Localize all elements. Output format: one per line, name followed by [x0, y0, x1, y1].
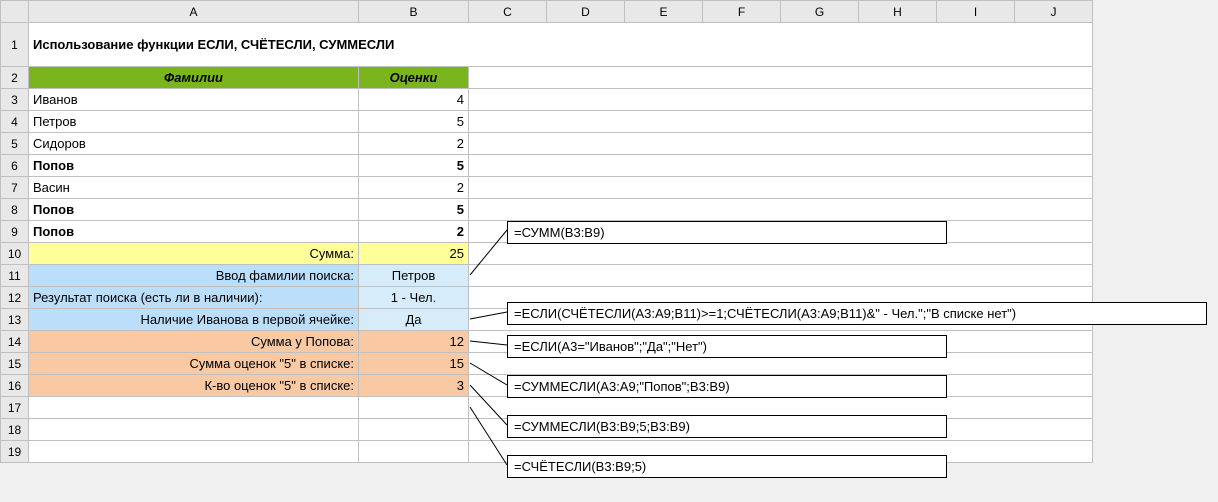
- lookup-label[interactable]: Ввод фамилии поиска:: [29, 265, 359, 287]
- row-header[interactable]: 10: [1, 243, 29, 265]
- lookup-value[interactable]: 3: [359, 375, 469, 397]
- empty-cell[interactable]: [469, 111, 1093, 133]
- row-header[interactable]: 14: [1, 331, 29, 353]
- row-header[interactable]: 9: [1, 221, 29, 243]
- row-header[interactable]: 5: [1, 133, 29, 155]
- grade-cell[interactable]: 5: [359, 155, 469, 177]
- row-header[interactable]: 2: [1, 67, 29, 89]
- empty-cell[interactable]: [469, 199, 1093, 221]
- col-header-E[interactable]: E: [625, 1, 703, 23]
- empty-cell[interactable]: [29, 419, 359, 441]
- formula-callout: =СЧЁТЕСЛИ(B3:B9;5): [507, 455, 947, 478]
- empty-cell[interactable]: [469, 89, 1093, 111]
- row-header[interactable]: 13: [1, 309, 29, 331]
- lookup-label[interactable]: Результат поиска (есть ли в наличии):: [29, 287, 359, 309]
- empty-cell[interactable]: [469, 265, 1093, 287]
- lookup-label[interactable]: К-во оценок "5" в списке:: [29, 375, 359, 397]
- grade-cell[interactable]: 5: [359, 199, 469, 221]
- grade-cell[interactable]: 2: [359, 221, 469, 243]
- row-header[interactable]: 17: [1, 397, 29, 419]
- row-header[interactable]: 3: [1, 89, 29, 111]
- empty-cell[interactable]: [469, 133, 1093, 155]
- formula-callout: =ЕСЛИ(A3="Иванов";"Да";"Нет"): [507, 335, 947, 358]
- empty-cell[interactable]: [359, 441, 469, 463]
- row-header[interactable]: 12: [1, 287, 29, 309]
- row-header[interactable]: 8: [1, 199, 29, 221]
- empty-cell[interactable]: [469, 67, 1093, 89]
- name-cell[interactable]: Сидоров: [29, 133, 359, 155]
- sum-value[interactable]: 25: [359, 243, 469, 265]
- row-header[interactable]: 19: [1, 441, 29, 463]
- formula-callout: =СУММЕСЛИ(B3:B9;5;B3:B9): [507, 415, 947, 438]
- row-header[interactable]: 16: [1, 375, 29, 397]
- name-cell[interactable]: Попов: [29, 199, 359, 221]
- empty-cell[interactable]: [359, 397, 469, 419]
- col-header-C[interactable]: C: [469, 1, 547, 23]
- lookup-value[interactable]: Да: [359, 309, 469, 331]
- row-header[interactable]: 6: [1, 155, 29, 177]
- empty-cell[interactable]: [359, 419, 469, 441]
- lookup-label[interactable]: Сумма оценок "5" в списке:: [29, 353, 359, 375]
- row-header[interactable]: 18: [1, 419, 29, 441]
- sum-label[interactable]: Сумма:: [29, 243, 359, 265]
- formula-callout: =СУММЕСЛИ(A3:A9;"Попов";B3:B9): [507, 375, 947, 398]
- lookup-value[interactable]: 1 - Чел.: [359, 287, 469, 309]
- row-header[interactable]: 7: [1, 177, 29, 199]
- grade-cell[interactable]: 2: [359, 177, 469, 199]
- name-cell[interactable]: Попов: [29, 221, 359, 243]
- col-header-G[interactable]: G: [781, 1, 859, 23]
- grade-cell[interactable]: 5: [359, 111, 469, 133]
- formula-callout: =СУММ(B3:B9): [507, 221, 947, 244]
- name-cell[interactable]: Попов: [29, 155, 359, 177]
- name-cell[interactable]: Петров: [29, 111, 359, 133]
- formula-callout: =ЕСЛИ(СЧЁТЕСЛИ(A3:A9;B11)>=1;СЧЁТЕСЛИ(A3…: [507, 302, 1207, 325]
- name-cell[interactable]: Васин: [29, 177, 359, 199]
- empty-cell[interactable]: [469, 243, 1093, 265]
- empty-cell[interactable]: [29, 397, 359, 419]
- grade-cell[interactable]: 4: [359, 89, 469, 111]
- lookup-label[interactable]: Наличие Иванова в первой ячейке:: [29, 309, 359, 331]
- empty-cell[interactable]: [29, 441, 359, 463]
- col-header-I[interactable]: I: [937, 1, 1015, 23]
- row-header[interactable]: 11: [1, 265, 29, 287]
- lookup-value[interactable]: 12: [359, 331, 469, 353]
- empty-cell[interactable]: [469, 177, 1093, 199]
- row-header[interactable]: 15: [1, 353, 29, 375]
- row-header[interactable]: 1: [1, 23, 29, 67]
- corner-cell[interactable]: [1, 1, 29, 23]
- col-header-D[interactable]: D: [547, 1, 625, 23]
- grade-cell[interactable]: 2: [359, 133, 469, 155]
- col-header-H[interactable]: H: [859, 1, 937, 23]
- row-header[interactable]: 4: [1, 111, 29, 133]
- title-cell[interactable]: Использование функции ЕСЛИ, СЧЁТЕСЛИ, СУ…: [29, 23, 1093, 67]
- col-header-B[interactable]: B: [359, 1, 469, 23]
- empty-cell[interactable]: [469, 155, 1093, 177]
- name-cell[interactable]: Иванов: [29, 89, 359, 111]
- col-header-A[interactable]: A: [29, 1, 359, 23]
- header-grades[interactable]: Оценки: [359, 67, 469, 89]
- col-header-J[interactable]: J: [1015, 1, 1093, 23]
- col-header-F[interactable]: F: [703, 1, 781, 23]
- header-families[interactable]: Фамилии: [29, 67, 359, 89]
- lookup-value[interactable]: Петров: [359, 265, 469, 287]
- lookup-label[interactable]: Сумма у Попова:: [29, 331, 359, 353]
- lookup-value[interactable]: 15: [359, 353, 469, 375]
